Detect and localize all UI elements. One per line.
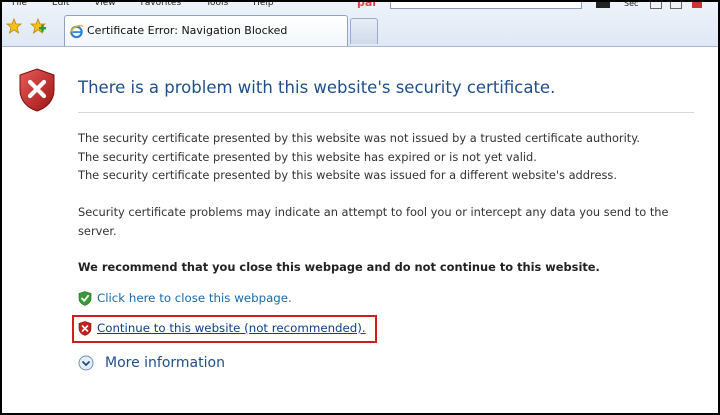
toolbar-button[interactable] xyxy=(596,2,610,8)
title-divider xyxy=(78,112,694,113)
reason-mismatch: The security certificate presented by th… xyxy=(78,168,617,182)
warning-line-1: Security certificate problems may indica… xyxy=(78,205,669,219)
favorites-star-icon[interactable] xyxy=(6,18,22,34)
more-information-link[interactable]: More information xyxy=(105,355,225,371)
browser-window: File Edit View Favorites Tools Help pal … xyxy=(0,0,720,415)
reasons-list: The security certificate presented by th… xyxy=(78,129,640,185)
menu-view[interactable]: View xyxy=(94,2,115,8)
shield-error-icon xyxy=(19,68,55,112)
shield-error-small-icon xyxy=(78,321,92,336)
new-tab-button[interactable] xyxy=(350,18,378,44)
search-box[interactable] xyxy=(390,2,582,9)
menu-edit[interactable]: Edit xyxy=(52,2,69,8)
browser-chrome: File Edit View Favorites Tools Help pal … xyxy=(2,2,718,47)
toolbar-label[interactable]: Sec xyxy=(624,2,638,8)
reason-untrusted: The security certificate presented by th… xyxy=(78,131,640,145)
warning-text: Security certificate problems may indica… xyxy=(78,203,669,240)
expand-down-icon[interactable] xyxy=(78,355,94,371)
close-icon[interactable] xyxy=(692,2,702,8)
menu-bar: File Edit View Favorites Tools Help pal … xyxy=(2,2,718,9)
brand-text: pal xyxy=(357,2,377,9)
print-icon[interactable] xyxy=(670,2,682,9)
page-icon[interactable] xyxy=(650,2,662,9)
close-webpage-link[interactable]: Click here to close this webpage. xyxy=(97,291,292,305)
continue-to-website-link[interactable]: Continue to this website (not recommende… xyxy=(97,321,366,335)
menu-file[interactable]: File xyxy=(12,2,27,8)
add-favorites-icon[interactable] xyxy=(30,18,46,34)
tab-title: Certificate Error: Navigation Blocked xyxy=(87,24,288,37)
ie-icon xyxy=(69,24,84,39)
reason-expired: The security certificate presented by th… xyxy=(78,149,537,164)
tab-certificate-error[interactable]: Certificate Error: Navigation Blocked xyxy=(64,15,348,46)
menu-tools[interactable]: Tools xyxy=(206,2,228,8)
recommendation-text: We recommend that you close this webpage… xyxy=(78,260,600,274)
menu-favorites[interactable]: Favorites xyxy=(140,2,181,8)
shield-check-icon xyxy=(78,291,92,306)
warning-line-2: server. xyxy=(78,223,117,238)
page-title: There is a problem with this website's s… xyxy=(78,78,556,97)
menu-help[interactable]: Help xyxy=(253,2,274,8)
